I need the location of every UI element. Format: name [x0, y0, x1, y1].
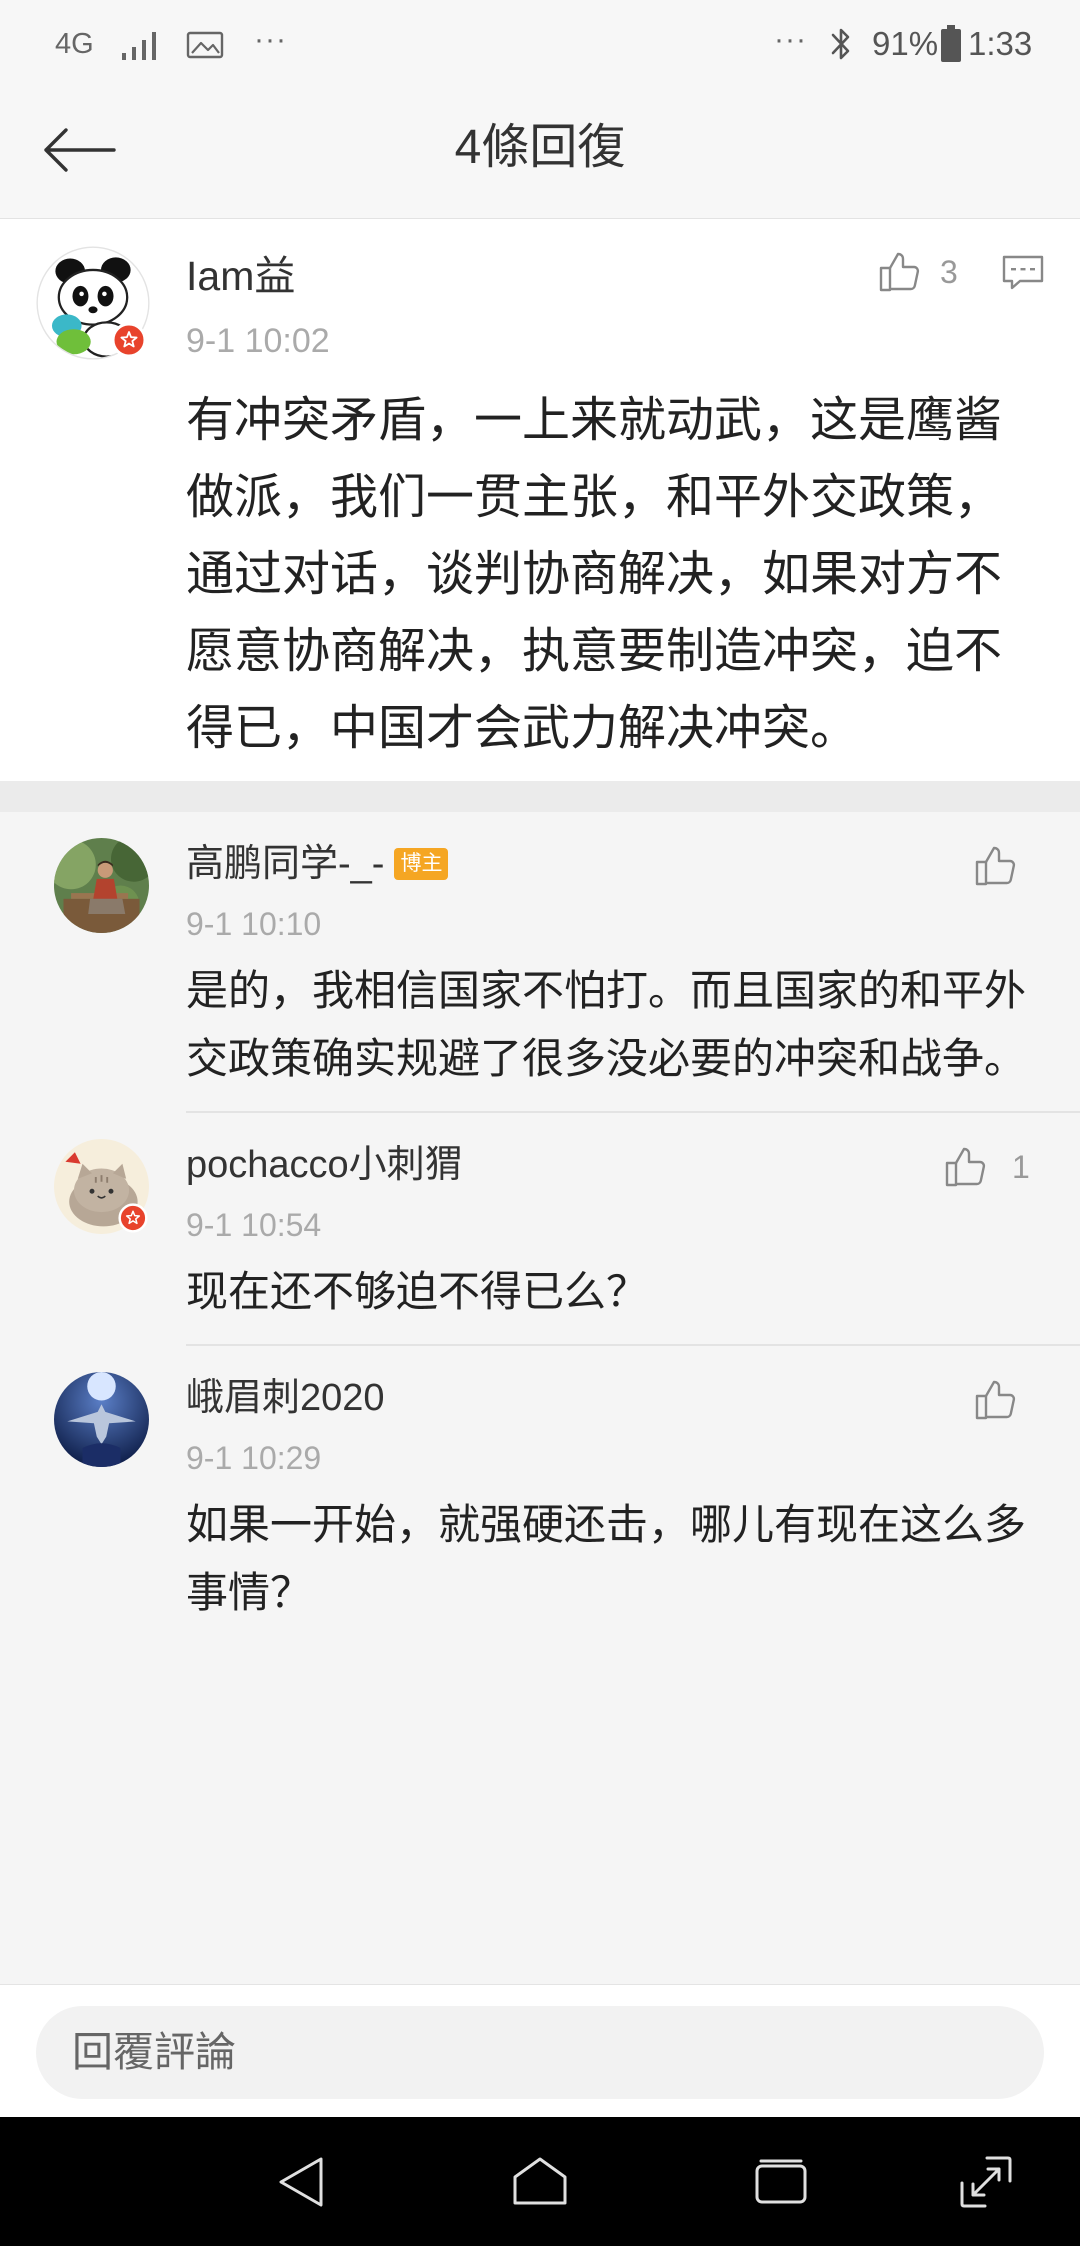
signal-icon — [122, 32, 156, 60]
reply-header: 高鹏同学-_- 博主 — [186, 843, 449, 885]
system-nav-bar — [0, 2117, 1080, 2246]
reply-button[interactable] — [1001, 253, 1045, 293]
battery-percent: 91% — [872, 25, 939, 62]
network-type: 4G — [55, 28, 94, 60]
reply-text: 如果一开始，就强硬还击，哪儿有现在这么多事情？ — [186, 1501, 1027, 1616]
avatar[interactable] — [54, 1372, 149, 1467]
username[interactable]: 高鹏同学-_- — [186, 843, 384, 885]
nav-home-button[interactable] — [511, 2153, 569, 2211]
bluetooth-icon — [831, 28, 850, 60]
thumbs-up-icon — [945, 1147, 986, 1187]
home-icon — [513, 2157, 567, 2205]
reply-input[interactable] — [36, 2006, 1044, 2099]
reply-input-container[interactable] — [36, 2006, 1044, 2099]
timestamp: 9-1 10:29 — [186, 1440, 322, 1476]
timestamp: 9-1 10:54 — [186, 1207, 322, 1243]
avatar-image — [54, 1372, 149, 1467]
comment-text: 有冲突矛盾，一上来就动武，这是鹰酱做派，我们一贯主张，和平外交政策，通过对话，谈… — [186, 394, 1003, 755]
like-button[interactable] — [876, 248, 924, 296]
page-title: 4條回復 — [454, 121, 626, 174]
more-status-indicator: ··· — [774, 23, 807, 56]
battery-icon — [941, 25, 961, 62]
clock: 1:33 — [968, 25, 1033, 62]
reply-item[interactable]: pochacco小刺猬 1 9-1 10:54 现在还不够迫不得已么？ — [0, 1113, 1080, 1346]
username[interactable]: 峨眉刺2020 — [186, 1377, 385, 1419]
nav-recents-button[interactable] — [752, 2153, 810, 2211]
reply-header: pochacco小刺猬 — [186, 1144, 463, 1186]
thumbs-up-icon — [975, 1380, 1016, 1420]
star-badge-icon — [111, 322, 147, 358]
blogger-badge: 博主 — [394, 848, 449, 880]
comment-icon — [1002, 255, 1044, 290]
nav-expand-button[interactable] — [957, 2153, 1015, 2211]
username[interactable]: Iam益 — [186, 254, 295, 298]
image-icon — [186, 31, 224, 59]
more-notifications-indicator: ··· — [254, 23, 287, 56]
thumbs-up-icon — [975, 846, 1016, 886]
back-icon — [279, 2157, 323, 2207]
recents-icon — [755, 2159, 807, 2204]
thumbs-up-icon — [879, 252, 920, 292]
like-button[interactable] — [972, 1376, 1020, 1424]
status-bar: 4G ··· ··· 91% 1:33 — [0, 0, 1080, 89]
expand-icon — [960, 2156, 1012, 2208]
star-badge-icon — [118, 1203, 148, 1233]
reply-item[interactable]: 高鹏同学-_- 博主 9-1 10:10 是的，我相信国家不怕打。而且国家的和平… — [0, 812, 1080, 1113]
like-button[interactable] — [972, 842, 1020, 890]
main-comment: Iam益 9-1 10:02 3 有冲突矛盾，一上来就动武，这是鹰酱做派，我们一… — [0, 219, 1080, 781]
header: 4條回復 — [0, 89, 1080, 219]
timestamp: 9-1 10:10 — [186, 906, 322, 942]
reply-item[interactable]: 峨眉刺2020 9-1 10:29 如果一开始，就强硬还击，哪儿有现在这么多事情… — [0, 1346, 1080, 1646]
like-count: 3 — [940, 254, 958, 290]
like-button[interactable] — [942, 1143, 990, 1191]
reply-header: 峨眉刺2020 — [186, 1377, 385, 1419]
section-divider — [0, 781, 1080, 812]
reply-text: 是的，我相信国家不怕打。而且国家的和平外交政策确实规避了很多没必要的冲突和战争。 — [186, 967, 1027, 1082]
reply-bar — [0, 1984, 1080, 2117]
avatar-image — [54, 838, 149, 933]
avatar[interactable] — [54, 838, 149, 933]
timestamp: 9-1 10:02 — [186, 322, 330, 360]
nav-back-button[interactable] — [272, 2153, 330, 2211]
username[interactable]: pochacco小刺猬 — [186, 1144, 463, 1186]
like-count: 1 — [1012, 1149, 1030, 1185]
reply-text: 现在还不够迫不得已么？ — [186, 1268, 649, 1315]
